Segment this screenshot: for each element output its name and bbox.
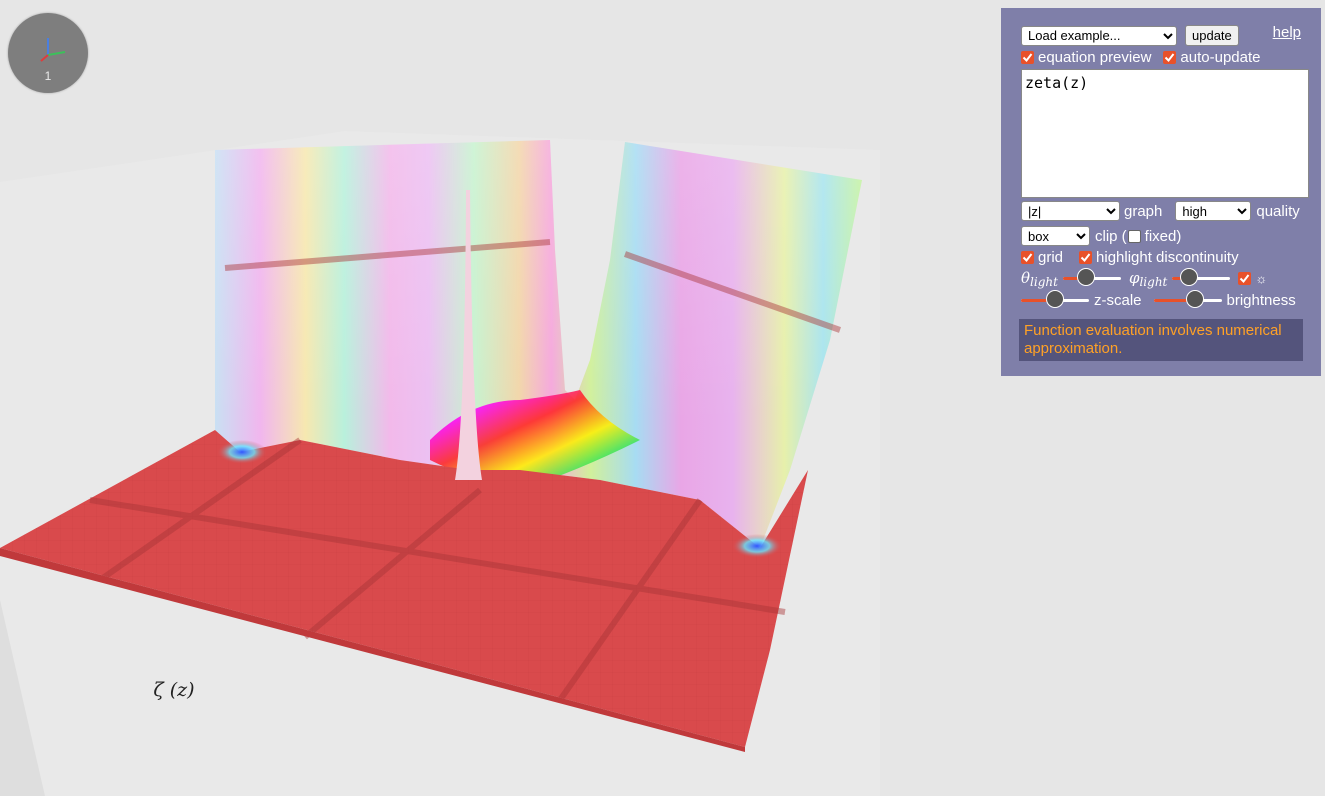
slider-knob[interactable]: [1046, 290, 1064, 308]
equation-preview-checkbox[interactable]: [1021, 51, 1034, 64]
checkmark-icon: [1080, 253, 1091, 263]
equation-label: ζ (z): [143, 672, 205, 708]
z-scale-label: z-scale: [1094, 291, 1142, 309]
highlight-discontinuity-label: highlight discontinuity: [1096, 249, 1239, 266]
auto-update-label: auto-update: [1180, 49, 1261, 66]
grid-checkbox[interactable]: [1021, 251, 1034, 264]
pole-spot-left: [217, 440, 267, 464]
highlight-discontinuity-checkbox[interactable]: [1079, 251, 1093, 264]
example-select[interactable]: Load example...: [1021, 25, 1177, 46]
graph-mode-select[interactable]: |z|: [1021, 201, 1120, 221]
pole-spot-right: [732, 534, 782, 558]
orientation-gizmo[interactable]: 1: [8, 13, 88, 93]
quality-label: quality: [1256, 202, 1300, 220]
equation-preview-label: equation preview: [1038, 49, 1152, 66]
checkmark-icon: [1022, 253, 1033, 263]
slider-knob[interactable]: [1180, 268, 1199, 286]
phi-light-slider[interactable]: [1172, 268, 1231, 288]
theta-light-slider[interactable]: [1062, 268, 1121, 288]
grid-label: grid: [1038, 249, 1064, 266]
warning-message: Function evaluation involves numerical a…: [1019, 319, 1303, 361]
auto-update-checkbox[interactable]: [1163, 51, 1177, 64]
quality-select[interactable]: high: [1175, 201, 1252, 221]
sun-light-checkbox[interactable]: [1238, 271, 1252, 285]
checkmark-icon: [1240, 273, 1250, 283]
control-panel: Load example... update help equation pre…: [1001, 8, 1321, 376]
checkmark-icon: [1165, 53, 1175, 63]
clip-label: clip (: [1095, 227, 1127, 245]
equation-input[interactable]: zeta(z): [1021, 69, 1309, 198]
phi-light-label: φlight: [1128, 269, 1168, 289]
fixed-label: fixed): [1144, 227, 1182, 245]
update-button[interactable]: update: [1185, 25, 1239, 46]
checkmark-icon: [1022, 53, 1033, 63]
help-link[interactable]: help: [1273, 24, 1301, 41]
brightness-slider[interactable]: [1153, 290, 1222, 310]
brightness-label: brightness: [1226, 291, 1296, 309]
slider-knob[interactable]: [1076, 268, 1095, 286]
clip-select[interactable]: box: [1021, 226, 1090, 246]
z-scale-slider[interactable]: [1021, 290, 1089, 310]
graph-label: graph: [1124, 202, 1163, 220]
zoom-level: 1: [44, 69, 52, 83]
theta-light-label: θlight: [1021, 269, 1058, 289]
slider-knob[interactable]: [1186, 290, 1205, 308]
sun-icon: ☼: [1255, 270, 1268, 286]
fixed-checkbox[interactable]: [1127, 229, 1141, 243]
